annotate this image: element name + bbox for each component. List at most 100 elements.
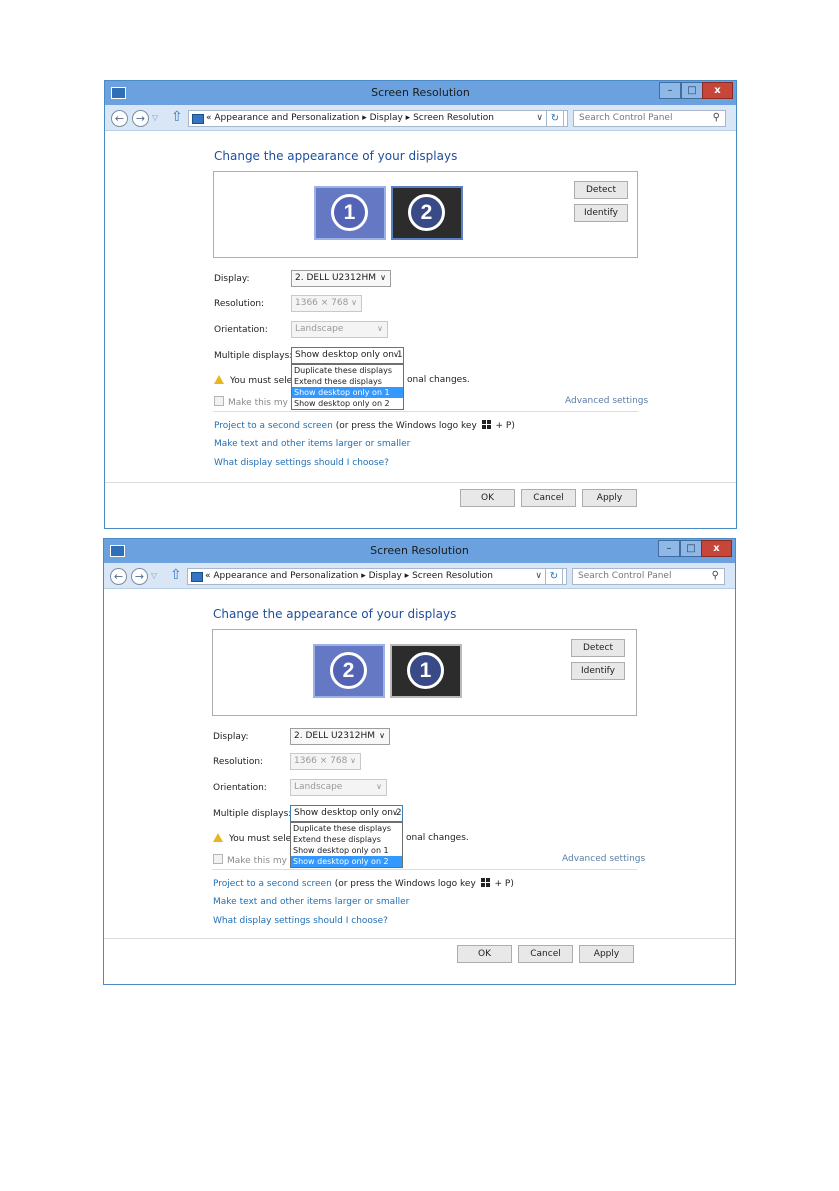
identify-button[interactable]: Identify (574, 204, 628, 222)
search-box[interactable]: Search Control Panel ⚲ (573, 110, 726, 127)
close-button[interactable]: x (702, 82, 733, 99)
control-panel-icon (192, 114, 204, 124)
chevron-down-icon[interactable]: ∨ (536, 113, 543, 123)
breadcrumb-item-appearance[interactable]: Appearance and Personalization (213, 571, 358, 581)
monitor-2[interactable]: 2 (391, 186, 463, 240)
display-value: 2. DELL U2312HM (294, 731, 375, 741)
minimize-button[interactable]: – (658, 540, 680, 557)
windows-logo-icon (480, 878, 490, 887)
multiple-displays-label: Multiple displays: (214, 351, 293, 361)
maximize-button[interactable]: □ (680, 540, 702, 557)
breadcrumb-separator-icon[interactable]: ▸ (362, 113, 367, 123)
breadcrumb-prefix[interactable]: « (206, 113, 212, 123)
breadcrumb-separator-icon[interactable]: ▸ (361, 571, 366, 581)
detect-button[interactable]: Detect (571, 639, 625, 657)
display-select[interactable]: 2. DELL U2312HM ∨ (291, 270, 391, 287)
resolution-value: 1366 × 768 (294, 756, 348, 766)
help-link[interactable]: What display settings should I choose? (214, 458, 389, 468)
multiple-displays-select[interactable]: Show desktop only on 1 ∨ (291, 347, 404, 364)
breadcrumb-item-display[interactable]: Display (369, 571, 402, 581)
detect-button[interactable]: Detect (574, 181, 628, 199)
advanced-settings-link[interactable]: Advanced settings (562, 854, 645, 864)
chevron-down-icon[interactable]: ∨ (535, 571, 542, 581)
windows-logo-icon (481, 420, 491, 429)
option-show-only-1[interactable]: Show desktop only on 1 (292, 387, 403, 398)
option-extend[interactable]: Extend these displays (292, 376, 403, 387)
refresh-button[interactable]: ↻ (546, 110, 564, 127)
search-input[interactable]: Search Control Panel (579, 113, 672, 123)
identify-button[interactable]: Identify (571, 662, 625, 680)
refresh-button[interactable]: ↻ (545, 568, 563, 585)
breadcrumb-prefix[interactable]: « (205, 571, 211, 581)
title-bar[interactable]: Screen Resolution – □ x (104, 539, 735, 563)
project-link[interactable]: Project to a second screen (214, 421, 333, 431)
monitor-1[interactable]: 1 (390, 644, 462, 698)
monitor-number: 1 (331, 194, 368, 231)
recent-locations-icon[interactable]: ▽ (151, 571, 157, 580)
cancel-button[interactable]: Cancel (521, 489, 576, 507)
search-icon[interactable]: ⚲ (713, 112, 720, 123)
recent-locations-icon[interactable]: ▽ (152, 113, 158, 122)
option-duplicate[interactable]: Duplicate these displays (291, 823, 402, 834)
warning-message: You must selec (214, 375, 297, 386)
monitor-2[interactable]: 2 (313, 644, 385, 698)
maximize-button[interactable]: □ (681, 82, 703, 99)
ok-button[interactable]: OK (457, 945, 512, 963)
address-bar[interactable]: « Appearance and Personalization ▸ Displ… (188, 110, 568, 127)
screen-resolution-window-1: Screen Resolution – □ x ← → ▽ ⇧ « Appear… (104, 80, 737, 529)
cancel-button[interactable]: Cancel (518, 945, 573, 963)
apply-button[interactable]: Apply (582, 489, 637, 507)
page-title: Change the appearance of your displays (214, 149, 458, 163)
main-display-checkbox[interactable] (213, 854, 223, 864)
display-select[interactable]: 2. DELL U2312HM ∨ (290, 728, 390, 745)
orientation-label: Orientation: (214, 325, 268, 335)
breadcrumb-item-appearance[interactable]: Appearance and Personalization (214, 113, 359, 123)
chevron-down-icon: ∨ (377, 324, 383, 333)
breadcrumb-item-screen-resolution[interactable]: Screen Resolution (413, 113, 494, 123)
option-show-only-2[interactable]: Show desktop only on 2 (291, 856, 402, 867)
forward-arrow-icon[interactable]: → (131, 568, 148, 585)
monitor-number: 2 (330, 652, 367, 689)
ok-button[interactable]: OK (460, 489, 515, 507)
option-show-only-1[interactable]: Show desktop only on 1 (291, 845, 402, 856)
text-size-link[interactable]: Make text and other items larger or smal… (213, 897, 409, 907)
monitor-1[interactable]: 1 (314, 186, 386, 240)
back-arrow-icon[interactable]: ← (110, 568, 127, 585)
breadcrumb-separator-icon[interactable]: ▸ (406, 113, 411, 123)
search-input[interactable]: Search Control Panel (578, 571, 671, 581)
advanced-settings-link[interactable]: Advanced settings (565, 396, 648, 406)
search-box[interactable]: Search Control Panel ⚲ (572, 568, 725, 585)
address-bar[interactable]: « Appearance and Personalization ▸ Displ… (187, 568, 567, 585)
option-extend[interactable]: Extend these displays (291, 834, 402, 845)
minimize-button[interactable]: – (659, 82, 681, 99)
text-size-link[interactable]: Make text and other items larger or smal… (214, 439, 410, 449)
multiple-displays-dropdown: Duplicate these displays Extend these di… (290, 822, 403, 868)
project-hint-end: + P) (494, 879, 514, 889)
project-link[interactable]: Project to a second screen (213, 879, 332, 889)
title-bar[interactable]: Screen Resolution – □ x (105, 81, 736, 105)
apply-button[interactable]: Apply (579, 945, 634, 963)
divider (212, 869, 637, 870)
multiple-displays-select[interactable]: Show desktop only on 2 ∨ (290, 805, 403, 822)
forward-arrow-icon[interactable]: → (132, 110, 149, 127)
help-link[interactable]: What display settings should I choose? (213, 916, 388, 926)
project-hint: (or press the Windows logo key (335, 421, 477, 431)
breadcrumb-separator-icon[interactable]: ▸ (405, 571, 410, 581)
search-icon[interactable]: ⚲ (712, 570, 719, 581)
breadcrumb-item-screen-resolution[interactable]: Screen Resolution (412, 571, 493, 581)
option-show-only-2[interactable]: Show desktop only on 2 (292, 398, 403, 409)
up-arrow-icon[interactable]: ⇧ (171, 109, 183, 125)
back-arrow-icon[interactable]: ← (111, 110, 128, 127)
up-arrow-icon[interactable]: ⇧ (170, 567, 182, 583)
multiple-displays-label: Multiple displays: (213, 809, 292, 819)
window-title: Screen Resolution (370, 544, 469, 557)
warning-text: You must selec (230, 376, 298, 386)
main-display-checkbox[interactable] (214, 396, 224, 406)
close-button[interactable]: x (701, 540, 732, 557)
display-label: Display: (213, 732, 249, 742)
project-hint-end: + P) (495, 421, 515, 431)
project-row: Project to a second screen (or press the… (213, 878, 514, 889)
option-duplicate[interactable]: Duplicate these displays (292, 365, 403, 376)
breadcrumb-item-display[interactable]: Display (370, 113, 403, 123)
project-row: Project to a second screen (or press the… (214, 420, 515, 431)
